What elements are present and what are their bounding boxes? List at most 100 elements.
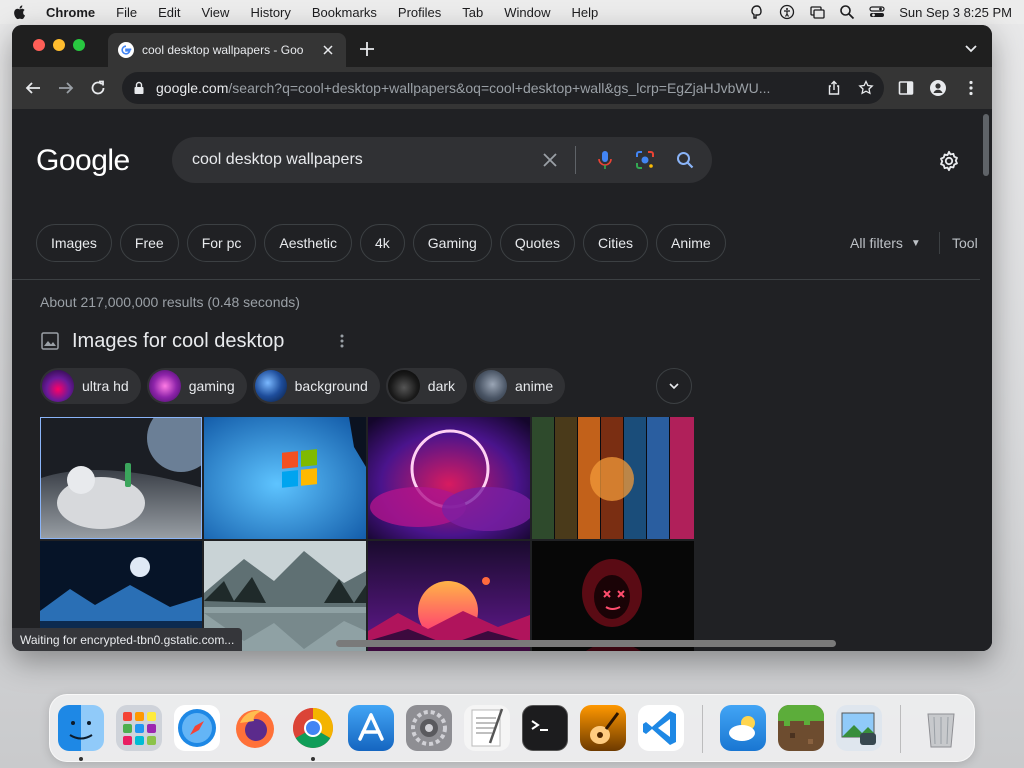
- profile-avatar-icon[interactable]: [929, 79, 947, 97]
- menubar-clock[interactable]: Sun Sep 3 8:25 PM: [899, 5, 1012, 20]
- vertical-scroll-thumb[interactable]: [983, 114, 989, 176]
- filter-chip-4k[interactable]: 4k: [360, 224, 405, 262]
- image-result-neon-mask[interactable]: [532, 541, 694, 651]
- chevron-down-icon: [669, 383, 679, 390]
- google-logo[interactable]: Google: [36, 144, 130, 178]
- lock-icon[interactable]: [132, 81, 146, 95]
- images-section-heading[interactable]: Images for cool desktop: [72, 330, 284, 353]
- menu-edit[interactable]: Edit: [158, 5, 180, 20]
- filter-chip-free[interactable]: Free: [119, 224, 179, 262]
- preview-icon[interactable]: [836, 705, 882, 751]
- share-icon[interactable]: [826, 80, 842, 96]
- synthwave-sunset-image: [368, 541, 530, 651]
- menu-profiles[interactable]: Profiles: [398, 5, 441, 20]
- google-lens-icon[interactable]: [634, 149, 656, 171]
- url-text[interactable]: google.com/search?q=cool+desktop+wallpap…: [156, 80, 810, 96]
- astronaut-moon-image: [41, 418, 201, 538]
- menu-window[interactable]: Window: [504, 5, 550, 20]
- weather-icon[interactable]: [720, 705, 766, 751]
- screen-mirroring-icon[interactable]: [809, 4, 825, 20]
- menu-file[interactable]: File: [116, 5, 137, 20]
- image-result-planets[interactable]: [532, 417, 694, 539]
- firefox-icon[interactable]: [232, 705, 278, 751]
- firefox-logo-icon: [236, 710, 274, 748]
- browser-tab[interactable]: cool desktop wallpapers - Goo: [108, 33, 346, 67]
- finder-icon[interactable]: [58, 705, 104, 751]
- neon-ring-clouds-image: [368, 417, 530, 539]
- textedit-icon[interactable]: [464, 705, 510, 751]
- more-menu-icon[interactable]: [962, 79, 980, 97]
- vertical-scrollbar[interactable]: [980, 110, 992, 651]
- garageband-icon[interactable]: [580, 705, 626, 751]
- menu-history[interactable]: History: [250, 5, 290, 20]
- textedit-page-icon: [471, 708, 504, 747]
- chip-thumbnail: [254, 370, 287, 402]
- address-bar[interactable]: google.com/search?q=cool+desktop+wallpap…: [122, 72, 884, 104]
- voice-search-mic-icon[interactable]: [594, 149, 616, 171]
- chrome-icon[interactable]: [290, 705, 336, 751]
- launchpad-icon[interactable]: [116, 705, 162, 751]
- refine-chip-gaming[interactable]: gaming: [146, 368, 247, 404]
- preview-photos-icon: [841, 712, 876, 745]
- search-box[interactable]: [172, 137, 712, 183]
- chip-thumbnail: [148, 370, 181, 402]
- minimize-window-button[interactable]: [53, 39, 65, 51]
- tools-button[interactable]: Tool: [952, 235, 978, 251]
- all-filters-button[interactable]: All filters ▼: [850, 235, 921, 251]
- bookmark-star-icon[interactable]: [858, 80, 874, 96]
- filter-chip-quotes[interactable]: Quotes: [499, 224, 575, 262]
- control-center-icon[interactable]: [869, 4, 885, 20]
- zoom-window-button[interactable]: [73, 39, 85, 51]
- app-store-icon[interactable]: [348, 705, 394, 751]
- refine-chip-dark[interactable]: dark: [385, 368, 468, 404]
- new-tab-icon[interactable]: [358, 40, 376, 58]
- filter-chip-for-pc[interactable]: For pc: [186, 224, 257, 262]
- system-settings-icon[interactable]: [406, 705, 452, 751]
- image-result-windows[interactable]: [204, 417, 366, 539]
- spotlight-search-icon[interactable]: [839, 4, 855, 20]
- filter-chip-aesthetic[interactable]: Aesthetic: [264, 224, 352, 262]
- vscode-icon[interactable]: [638, 705, 684, 751]
- refine-chip-background[interactable]: background: [252, 368, 380, 404]
- menu-view[interactable]: View: [201, 5, 229, 20]
- reload-icon[interactable]: [89, 79, 107, 97]
- filter-chip-images[interactable]: Images: [36, 224, 112, 262]
- horizontal-scroll-thumb[interactable]: [336, 640, 836, 647]
- menu-help[interactable]: Help: [572, 5, 599, 20]
- menu-tab[interactable]: Tab: [462, 5, 483, 20]
- google-favicon-icon: [118, 42, 134, 58]
- expand-chips-button[interactable]: [656, 368, 692, 404]
- refine-chip-label: ultra hd: [82, 378, 129, 394]
- refine-chip-ultra-hd[interactable]: ultra hd: [40, 368, 141, 404]
- tools-divider: [939, 232, 940, 254]
- clear-search-icon[interactable]: [539, 149, 561, 171]
- filter-chip-gaming[interactable]: Gaming: [412, 224, 492, 262]
- menu-bookmarks[interactable]: Bookmarks: [312, 5, 377, 20]
- search-input[interactable]: [192, 151, 521, 169]
- terminal-icon[interactable]: [522, 705, 568, 751]
- search-submit-icon[interactable]: [674, 149, 696, 171]
- more-options-icon[interactable]: [334, 332, 350, 350]
- image-result-neon-ring[interactable]: [368, 417, 530, 539]
- apple-logo-icon[interactable]: [12, 4, 28, 20]
- refine-chip-anime[interactable]: anime: [473, 368, 566, 404]
- safari-icon[interactable]: [174, 705, 220, 751]
- menubar-status-area: Sun Sep 3 8:25 PM: [749, 4, 1012, 20]
- close-tab-icon[interactable]: [320, 42, 336, 58]
- refine-chip-label: background: [294, 378, 368, 394]
- tab-search-chevron-icon[interactable]: [964, 41, 978, 55]
- image-result-astronaut[interactable]: [40, 417, 202, 539]
- forward-arrow-icon[interactable]: [57, 79, 75, 97]
- close-window-button[interactable]: [33, 39, 45, 51]
- accessibility-icon[interactable]: [779, 4, 795, 20]
- menu-app-name[interactable]: Chrome: [46, 5, 95, 20]
- image-result-synthwave-sun[interactable]: [368, 541, 530, 651]
- siri-icon[interactable]: [749, 4, 765, 20]
- side-panel-icon[interactable]: [897, 79, 915, 97]
- filter-chip-anime[interactable]: Anime: [655, 224, 726, 262]
- minecraft-icon[interactable]: [778, 705, 824, 751]
- trash-icon[interactable]: [918, 705, 964, 751]
- back-arrow-icon[interactable]: [24, 79, 42, 97]
- settings-gear-icon[interactable]: [938, 150, 960, 172]
- filter-chip-cities[interactable]: Cities: [582, 224, 648, 262]
